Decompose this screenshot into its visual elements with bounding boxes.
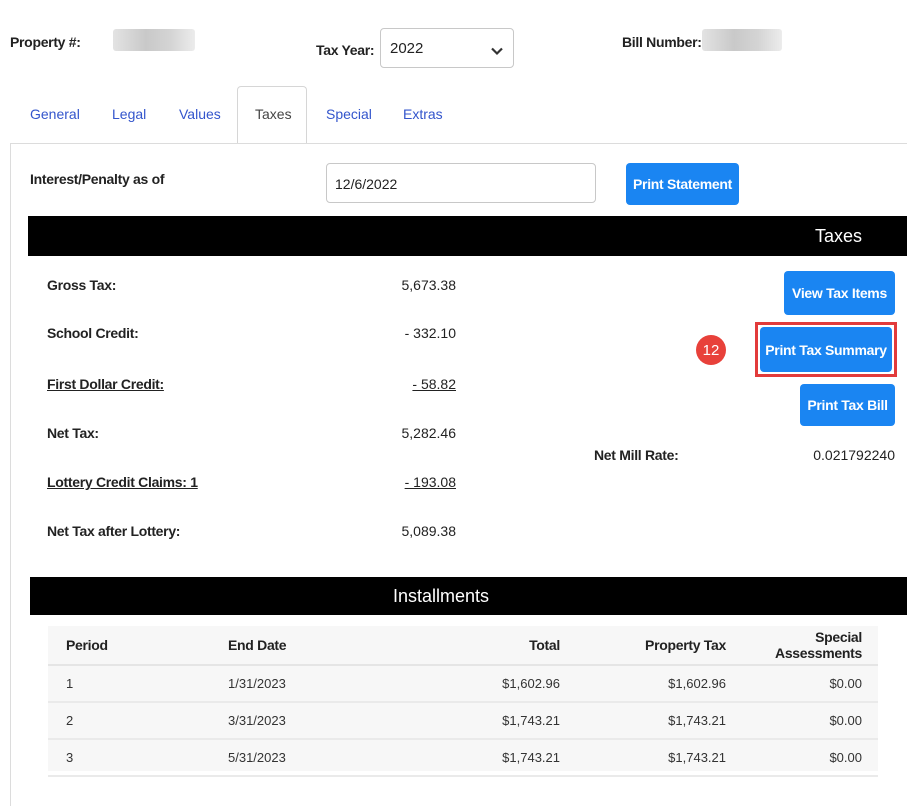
bill-number-redacted bbox=[702, 29, 782, 51]
tax-year-select[interactable]: 2022 bbox=[380, 28, 514, 68]
column-header-property-tax: Property Tax bbox=[561, 626, 727, 666]
cell-period: 2 bbox=[48, 702, 227, 740]
interest-penalty-label: Interest/Penalty as of bbox=[30, 171, 165, 187]
table-header-row: Period End Date Total Property Tax Speci… bbox=[48, 626, 878, 666]
gross-tax-label: Gross Tax: bbox=[47, 277, 117, 293]
installments-title: Installments bbox=[393, 586, 490, 606]
view-tax-items-button[interactable]: View Tax Items bbox=[784, 271, 895, 315]
interest-date-input[interactable]: 12/6/2022 bbox=[326, 163, 596, 203]
installments-table: Period End Date Total Property Tax Speci… bbox=[48, 626, 878, 777]
cell-special-assessments: $0.00 bbox=[727, 702, 878, 740]
column-header-end-date: End Date bbox=[227, 626, 399, 666]
cell-period: 1 bbox=[48, 665, 227, 703]
interest-date-value: 12/6/2022 bbox=[335, 176, 398, 192]
column-header-total: Total bbox=[399, 626, 561, 666]
table-row: 3 5/31/2023 $1,743.21 $1,743.21 $0.00 bbox=[48, 739, 878, 777]
property-label: Property #: bbox=[10, 34, 81, 50]
print-tax-bill-button[interactable]: Print Tax Bill bbox=[800, 384, 895, 426]
first-dollar-credit-link[interactable]: First Dollar Credit: bbox=[47, 376, 164, 392]
cell-end-date: 1/31/2023 bbox=[227, 665, 399, 703]
installments-header-bar: Installments bbox=[30, 577, 907, 615]
first-dollar-credit-value[interactable]: - 58.82 bbox=[412, 376, 456, 392]
table-row: 2 3/31/2023 $1,743.21 $1,743.21 $0.00 bbox=[48, 702, 878, 740]
tab-general[interactable]: General bbox=[30, 106, 80, 122]
taxes-title: Taxes bbox=[814, 226, 862, 246]
column-header-special-assessments: Special Assessments bbox=[727, 626, 878, 666]
lottery-credit-claims-link[interactable]: Lottery Credit Claims: 1 bbox=[47, 474, 198, 490]
print-tax-summary-button[interactable]: Print Tax Summary bbox=[760, 327, 892, 372]
cell-period: 3 bbox=[48, 739, 227, 777]
lottery-credit-value[interactable]: - 193.08 bbox=[405, 474, 456, 490]
net-tax-value: 5,282.46 bbox=[401, 425, 457, 441]
tab-legal[interactable]: Legal bbox=[112, 106, 146, 122]
bill-number-label: Bill Number: bbox=[622, 34, 702, 50]
cell-end-date: 5/31/2023 bbox=[227, 739, 399, 777]
cell-total: $1,743.21 bbox=[399, 739, 561, 777]
print-statement-button[interactable]: Print Statement bbox=[626, 163, 739, 205]
cell-total: $1,743.21 bbox=[399, 702, 561, 740]
tax-year-value: 2022 bbox=[390, 40, 424, 57]
cell-end-date: 3/31/2023 bbox=[227, 702, 399, 740]
step-badge: 12 bbox=[696, 335, 726, 365]
tax-year-label: Tax Year: bbox=[316, 42, 375, 58]
column-header-period: Period bbox=[48, 626, 227, 666]
chevron-down-icon bbox=[491, 43, 503, 61]
net-mill-rate-label: Net Mill Rate: bbox=[594, 447, 679, 463]
property-number-redacted bbox=[113, 29, 195, 51]
cell-property-tax: $1,743.21 bbox=[561, 702, 727, 740]
tab-special[interactable]: Special bbox=[326, 106, 372, 122]
school-credit-value: - 332.10 bbox=[404, 325, 456, 341]
net-tax-label: Net Tax: bbox=[47, 425, 99, 441]
net-tax-after-lottery-label: Net Tax after Lottery: bbox=[47, 523, 181, 539]
cell-total: $1,602.96 bbox=[399, 665, 561, 703]
cell-property-tax: $1,602.96 bbox=[561, 665, 727, 703]
school-credit-label: School Credit: bbox=[47, 325, 139, 341]
gross-tax-value: 5,673.38 bbox=[401, 277, 457, 293]
net-tax-after-lottery-value: 5,089.38 bbox=[401, 523, 457, 539]
taxes-header-bar: Taxes bbox=[28, 216, 907, 256]
cell-special-assessments: $0.00 bbox=[727, 665, 878, 703]
table-row: 1 1/31/2023 $1,602.96 $1,602.96 $0.00 bbox=[48, 665, 878, 703]
cell-special-assessments: $0.00 bbox=[727, 739, 878, 777]
tab-extras[interactable]: Extras bbox=[403, 106, 443, 122]
tab-values[interactable]: Values bbox=[179, 106, 221, 122]
net-mill-rate-value: 0.021792240 bbox=[813, 447, 895, 463]
cell-property-tax: $1,743.21 bbox=[561, 739, 727, 777]
tab-taxes[interactable]: Taxes bbox=[255, 106, 292, 122]
